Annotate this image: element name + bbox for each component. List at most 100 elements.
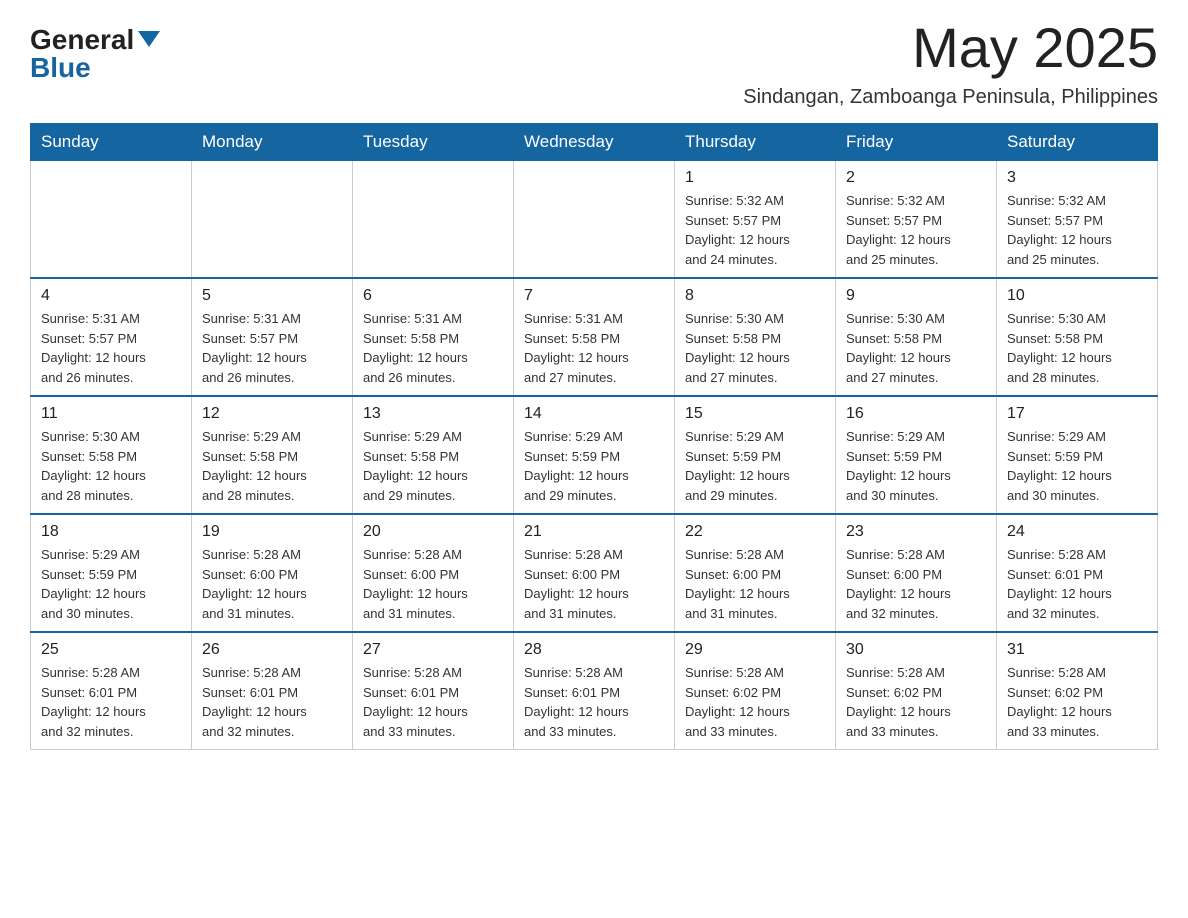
day-info: Sunrise: 5:32 AMSunset: 5:57 PMDaylight:… xyxy=(846,191,986,269)
calendar-week-row: 1 Sunrise: 5:32 AMSunset: 5:57 PMDaylight… xyxy=(31,161,1158,279)
calendar-cell: 8Sunrise: 5:30 AMSunset: 5:58 PMDaylight… xyxy=(675,278,836,396)
page-header: General Blue May 2025 xyxy=(30,20,1158,82)
calendar-table: SundayMondayTuesdayWednesdayThursdayFrid… xyxy=(30,123,1158,750)
day-number: 20 xyxy=(363,523,503,541)
day-number: 9 xyxy=(846,287,986,305)
day-info: Sunrise: 5:30 AMSunset: 5:58 PMDaylight:… xyxy=(846,309,986,387)
calendar-cell xyxy=(353,161,514,279)
day-info: Sunrise: 5:31 AMSunset: 5:57 PMDaylight:… xyxy=(202,309,342,387)
weekday-header-sunday: Sunday xyxy=(31,124,192,161)
logo-general-text: General xyxy=(30,26,160,54)
day-number: 31 xyxy=(1007,641,1147,659)
calendar-cell: 31Sunrise: 5:28 AMSunset: 6:02 PMDayligh… xyxy=(997,632,1158,750)
month-year-label: May 2025 xyxy=(912,20,1158,76)
weekday-header-thursday: Thursday xyxy=(675,124,836,161)
calendar-cell: 15 Sunrise: 5:29 AMSunset: 5:59 PMDayligh… xyxy=(675,396,836,514)
day-number: 28 xyxy=(524,641,664,659)
day-number: 29 xyxy=(685,641,825,659)
day-info: Sunrise: 5:31 AMSunset: 5:57 PMDaylight:… xyxy=(41,309,181,387)
weekday-header-monday: Monday xyxy=(192,124,353,161)
day-number: 16 xyxy=(846,405,986,423)
calendar-cell: 22Sunrise: 5:28 AMSunset: 6:00 PMDayligh… xyxy=(675,514,836,632)
calendar-cell: 23 Sunrise: 5:28 AMSunset: 6:00 PMDayligh… xyxy=(836,514,997,632)
day-number: 14 xyxy=(524,405,664,423)
day-number: 1 xyxy=(685,169,825,187)
day-number: 18 xyxy=(41,523,181,541)
day-number: 26 xyxy=(202,641,342,659)
calendar-cell: 24 Sunrise: 5:28 AMSunset: 6:01 PMDayligh… xyxy=(997,514,1158,632)
calendar-cell: 20 Sunrise: 5:28 AMSunset: 6:00 PMDayligh… xyxy=(353,514,514,632)
logo-arrow-icon xyxy=(138,31,160,47)
day-info: Sunrise: 5:28 AMSunset: 6:02 PMDaylight:… xyxy=(846,663,986,741)
month-year-title: May 2025 xyxy=(912,20,1158,76)
calendar-cell: 9 Sunrise: 5:30 AMSunset: 5:58 PMDaylight… xyxy=(836,278,997,396)
day-info: Sunrise: 5:32 AMSunset: 5:57 PMDaylight:… xyxy=(685,191,825,269)
day-info: Sunrise: 5:29 AMSunset: 5:58 PMDaylight:… xyxy=(363,427,503,505)
day-number: 3 xyxy=(1007,169,1147,187)
day-info: Sunrise: 5:28 AMSunset: 6:00 PMDaylight:… xyxy=(363,545,503,623)
calendar-cell: 16Sunrise: 5:29 AMSunset: 5:59 PMDayligh… xyxy=(836,396,997,514)
calendar-cell: 6 Sunrise: 5:31 AMSunset: 5:58 PMDaylight… xyxy=(353,278,514,396)
day-number: 21 xyxy=(524,523,664,541)
day-info: Sunrise: 5:28 AMSunset: 6:01 PMDaylight:… xyxy=(524,663,664,741)
calendar-cell: 13 Sunrise: 5:29 AMSunset: 5:58 PMDayligh… xyxy=(353,396,514,514)
day-number: 2 xyxy=(846,169,986,187)
calendar-header-row: SundayMondayTuesdayWednesdayThursdayFrid… xyxy=(31,124,1158,161)
day-number: 10 xyxy=(1007,287,1147,305)
day-info: Sunrise: 5:28 AMSunset: 6:00 PMDaylight:… xyxy=(524,545,664,623)
day-info: Sunrise: 5:31 AMSunset: 5:58 PMDaylight:… xyxy=(363,309,503,387)
calendar-cell xyxy=(192,161,353,279)
day-info: Sunrise: 5:28 AMSunset: 6:00 PMDaylight:… xyxy=(202,545,342,623)
calendar-cell: 1 Sunrise: 5:32 AMSunset: 5:57 PMDaylight… xyxy=(675,161,836,279)
calendar-cell: 21 Sunrise: 5:28 AMSunset: 6:00 PMDayligh… xyxy=(514,514,675,632)
day-number: 19 xyxy=(202,523,342,541)
day-info: Sunrise: 5:28 AMSunset: 6:01 PMDaylight:… xyxy=(1007,545,1147,623)
day-info: Sunrise: 5:28 AMSunset: 6:01 PMDaylight:… xyxy=(41,663,181,741)
calendar-cell: 3Sunrise: 5:32 AMSunset: 5:57 PMDaylight… xyxy=(997,161,1158,279)
day-info: Sunrise: 5:29 AMSunset: 5:59 PMDaylight:… xyxy=(685,427,825,505)
day-info: Sunrise: 5:29 AMSunset: 5:59 PMDaylight:… xyxy=(524,427,664,505)
day-number: 7 xyxy=(524,287,664,305)
calendar-cell: 29 Sunrise: 5:28 AMSunset: 6:02 PMDayligh… xyxy=(675,632,836,750)
calendar-cell xyxy=(31,161,192,279)
calendar-cell: 30 Sunrise: 5:28 AMSunset: 6:02 PMDayligh… xyxy=(836,632,997,750)
day-info: Sunrise: 5:28 AMSunset: 6:01 PMDaylight:… xyxy=(202,663,342,741)
calendar-cell: 11Sunrise: 5:30 AMSunset: 5:58 PMDayligh… xyxy=(31,396,192,514)
calendar-cell: 19 Sunrise: 5:28 AMSunset: 6:00 PMDayligh… xyxy=(192,514,353,632)
day-number: 27 xyxy=(363,641,503,659)
day-number: 30 xyxy=(846,641,986,659)
logo-blue-text: Blue xyxy=(30,54,91,82)
day-info: Sunrise: 5:30 AMSunset: 5:58 PMDaylight:… xyxy=(1007,309,1147,387)
day-info: Sunrise: 5:28 AMSunset: 6:02 PMDaylight:… xyxy=(685,663,825,741)
day-info: Sunrise: 5:29 AMSunset: 5:59 PMDaylight:… xyxy=(41,545,181,623)
calendar-cell xyxy=(514,161,675,279)
calendar-week-row: 4 Sunrise: 5:31 AMSunset: 5:57 PMDaylight… xyxy=(31,278,1158,396)
day-number: 25 xyxy=(41,641,181,659)
calendar-cell: 17 Sunrise: 5:29 AMSunset: 5:59 PMDayligh… xyxy=(997,396,1158,514)
day-number: 5 xyxy=(202,287,342,305)
calendar-cell: 28 Sunrise: 5:28 AMSunset: 6:01 PMDayligh… xyxy=(514,632,675,750)
day-number: 11 xyxy=(41,405,181,423)
day-info: Sunrise: 5:29 AMSunset: 5:59 PMDaylight:… xyxy=(1007,427,1147,505)
day-number: 17 xyxy=(1007,405,1147,423)
day-number: 13 xyxy=(363,405,503,423)
day-number: 15 xyxy=(685,405,825,423)
logo: General Blue xyxy=(30,20,160,82)
weekday-header-tuesday: Tuesday xyxy=(353,124,514,161)
weekday-header-saturday: Saturday xyxy=(997,124,1158,161)
day-number: 12 xyxy=(202,405,342,423)
day-number: 4 xyxy=(41,287,181,305)
day-number: 22 xyxy=(685,523,825,541)
day-info: Sunrise: 5:30 AMSunset: 5:58 PMDaylight:… xyxy=(685,309,825,387)
calendar-week-row: 18 Sunrise: 5:29 AMSunset: 5:59 PMDayligh… xyxy=(31,514,1158,632)
calendar-cell: 5 Sunrise: 5:31 AMSunset: 5:57 PMDaylight… xyxy=(192,278,353,396)
day-info: Sunrise: 5:31 AMSunset: 5:58 PMDaylight:… xyxy=(524,309,664,387)
day-info: Sunrise: 5:28 AMSunset: 6:00 PMDaylight:… xyxy=(846,545,986,623)
day-number: 23 xyxy=(846,523,986,541)
calendar-cell: 25 Sunrise: 5:28 AMSunset: 6:01 PMDayligh… xyxy=(31,632,192,750)
day-info: Sunrise: 5:29 AMSunset: 5:58 PMDaylight:… xyxy=(202,427,342,505)
calendar-cell: 18 Sunrise: 5:29 AMSunset: 5:59 PMDayligh… xyxy=(31,514,192,632)
day-number: 24 xyxy=(1007,523,1147,541)
day-number: 6 xyxy=(363,287,503,305)
calendar-cell: 2 Sunrise: 5:32 AMSunset: 5:57 PMDaylight… xyxy=(836,161,997,279)
